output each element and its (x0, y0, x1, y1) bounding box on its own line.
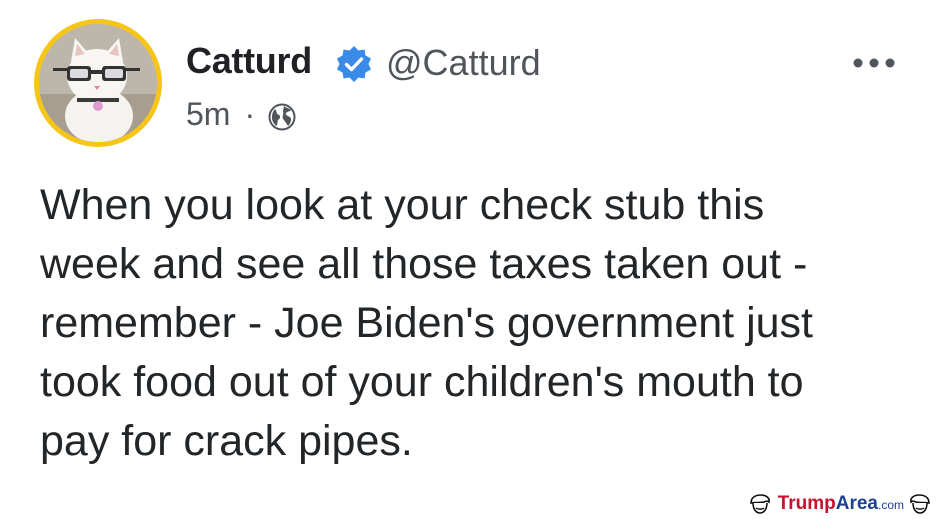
verified-badge-icon (337, 46, 371, 82)
globe-icon (268, 103, 296, 130)
tweet-meta: 5m · (186, 96, 297, 133)
trump-hair-right-icon (910, 494, 930, 514)
more-options-icon[interactable] (852, 56, 896, 70)
avatar[interactable] (34, 19, 162, 147)
cat-avatar-image (39, 24, 157, 142)
author-handle[interactable]: @Catturd (386, 42, 541, 84)
watermark: TrumpArea.com (748, 493, 932, 515)
trump-hair-left-icon (749, 494, 770, 514)
meta-separator: · (244, 96, 256, 132)
author-name[interactable]: Catturd (186, 40, 312, 82)
timestamp[interactable]: 5m (186, 96, 230, 133)
watermark-brand: TrumpArea.com (777, 493, 904, 514)
tweet-text: When you look at your check stub this we… (40, 181, 813, 465)
